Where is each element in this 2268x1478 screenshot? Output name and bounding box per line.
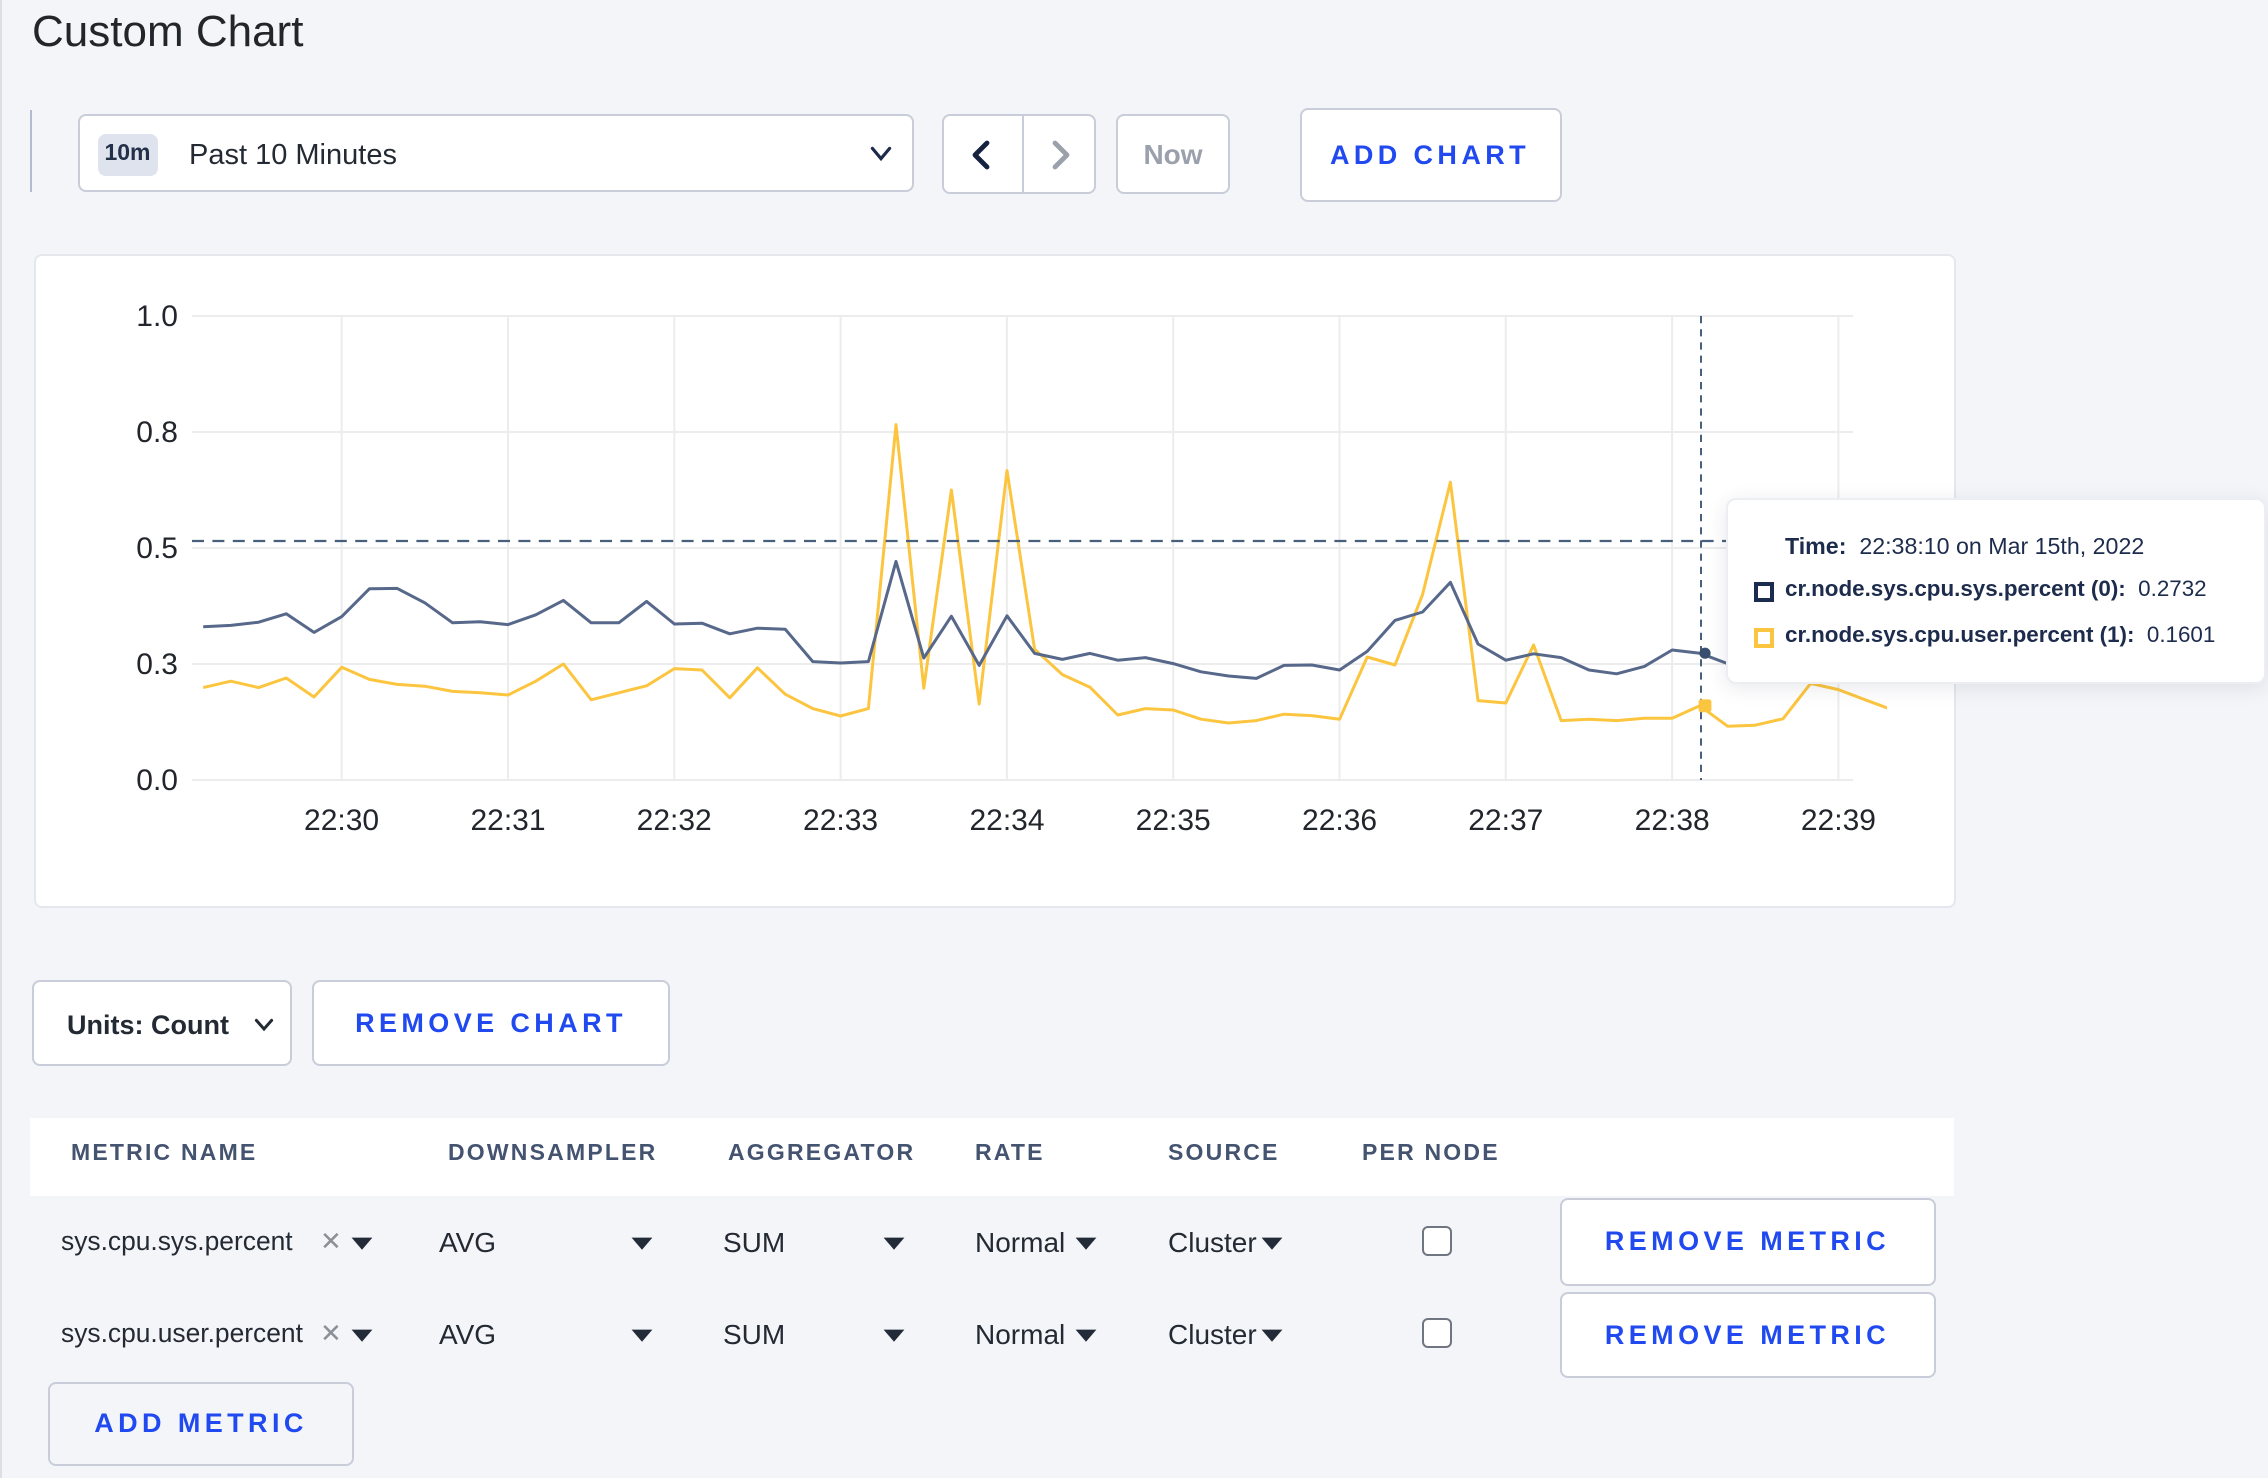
svg-text:22:36: 22:36	[1301, 804, 1376, 837]
svg-text:22:35: 22:35	[1135, 804, 1210, 837]
svg-text:22:30: 22:30	[303, 804, 378, 837]
svg-text:22:39: 22:39	[1800, 804, 1875, 837]
svg-text:22:37: 22:37	[1467, 804, 1542, 837]
svg-text:22:34: 22:34	[968, 804, 1043, 837]
svg-text:22:31: 22:31	[469, 804, 544, 837]
svg-text:0.5: 0.5	[135, 532, 177, 565]
svg-text:22:32: 22:32	[636, 804, 711, 837]
svg-text:0.8: 0.8	[135, 416, 177, 449]
svg-text:0.3: 0.3	[135, 648, 177, 681]
svg-text:1.0: 1.0	[135, 300, 177, 333]
svg-text:22:38: 22:38	[1634, 804, 1709, 837]
svg-text:22:33: 22:33	[802, 804, 877, 837]
svg-text:0.0: 0.0	[135, 764, 177, 797]
